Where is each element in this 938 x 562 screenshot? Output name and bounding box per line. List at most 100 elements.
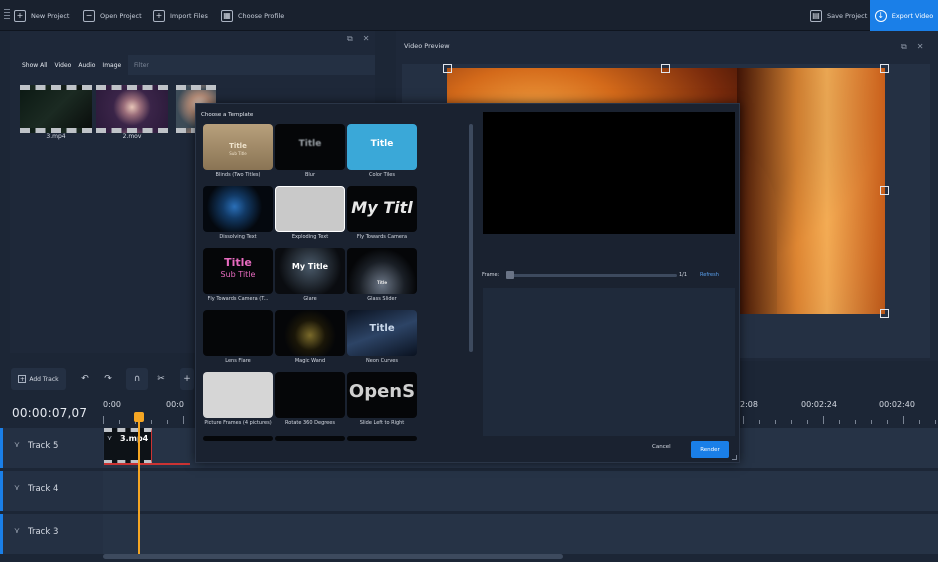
- render-button[interactable]: Render: [691, 441, 729, 458]
- playhead-handle[interactable]: [134, 412, 144, 422]
- close-icon[interactable]: ✕: [917, 42, 924, 52]
- ruler-tick: [791, 420, 792, 424]
- current-timecode: 00:00:07,07: [12, 406, 88, 420]
- float-icon[interactable]: ⧉: [347, 34, 353, 44]
- frame-slider[interactable]: [507, 274, 677, 277]
- resize-handle[interactable]: [880, 309, 889, 318]
- ruler-tick: [903, 416, 904, 424]
- import-files-button[interactable]: + Import Files: [153, 0, 208, 31]
- ruler-tick: [855, 420, 856, 424]
- timeline-scrollbar[interactable]: [103, 554, 563, 559]
- media-file-name: 2.mov: [122, 133, 142, 140]
- filter-show-all[interactable]: Show All: [22, 62, 48, 69]
- template-label: Color Tiles: [368, 172, 395, 178]
- undo-button[interactable]: ↶: [74, 368, 96, 390]
- template-thumb[interactable]: OpenS: [347, 372, 417, 418]
- frame-count: 1/1: [679, 272, 688, 278]
- template-thumb[interactable]: My Title: [275, 248, 345, 294]
- ruler-tick: [887, 420, 888, 424]
- add-track-button[interactable]: + Add Track: [11, 368, 66, 390]
- template-label: Glass Slider: [367, 296, 397, 302]
- ruler-tick: [839, 420, 840, 424]
- float-icon[interactable]: ⧉: [901, 42, 907, 52]
- template-thumb[interactable]: [275, 372, 345, 418]
- new-project-button[interactable]: + New Project: [14, 0, 69, 31]
- top-toolbar: + New Project − Open Project + Import Fi…: [0, 0, 938, 31]
- resize-handle[interactable]: [443, 64, 452, 73]
- template-thumb[interactable]: [203, 372, 273, 418]
- chevron-down-icon[interactable]: ⋎: [14, 483, 20, 492]
- ruler-label: 0:00: [103, 400, 121, 409]
- filter-audio[interactable]: Audio: [78, 62, 95, 69]
- ruler-tick: [823, 416, 824, 424]
- ruler-tick: [871, 420, 872, 424]
- track-name: Track 5: [28, 441, 59, 451]
- track-lane[interactable]: [103, 471, 938, 511]
- template-scrollbar[interactable]: [469, 124, 473, 352]
- template-thumb-subtext: Sub Title: [229, 151, 247, 156]
- choose-profile-button[interactable]: ▦ Choose Profile: [221, 0, 284, 31]
- template-thumb[interactable]: [203, 436, 273, 441]
- template-label: Neon Curves: [366, 358, 398, 364]
- toolbar-grip-icon[interactable]: [4, 9, 10, 21]
- close-icon[interactable]: ✕: [363, 34, 370, 44]
- clip-selection-line: [104, 463, 190, 465]
- folder-minus-icon: −: [83, 9, 95, 22]
- template-thumb[interactable]: [275, 436, 345, 441]
- filter-input[interactable]: Filter: [128, 55, 375, 75]
- template-thumb[interactable]: [275, 186, 345, 232]
- resize-handle[interactable]: [880, 186, 889, 195]
- media-filter-tabs: Show All Video Audio Image: [22, 62, 121, 69]
- resize-handle[interactable]: [880, 64, 889, 73]
- template-thumb-text: Title: [298, 139, 322, 149]
- template-thumb[interactable]: [203, 186, 273, 232]
- timeline-clip[interactable]: 3.mp4 ⋎: [104, 428, 152, 464]
- template-thumb-text: Title: [224, 256, 252, 269]
- media-thumb-2mov[interactable]: [96, 85, 168, 133]
- export-video-button[interactable]: ↓ Export Video: [870, 0, 938, 31]
- template-preview: [483, 112, 735, 234]
- template-thumb[interactable]: Title Sub Title: [203, 248, 273, 294]
- open-project-button[interactable]: − Open Project: [83, 0, 142, 31]
- resize-grip-icon[interactable]: [732, 455, 737, 460]
- track-name: Track 3: [28, 527, 59, 537]
- track-header[interactable]: ⋎ Track 4: [0, 471, 103, 511]
- chevron-down-icon[interactable]: ⋎: [14, 440, 20, 449]
- snap-button[interactable]: ∩: [126, 368, 148, 390]
- filter-image[interactable]: Image: [102, 62, 121, 69]
- template-label: Magic Wand: [294, 358, 326, 364]
- cancel-button[interactable]: Cancel: [652, 444, 671, 450]
- playhead-line[interactable]: [138, 412, 140, 554]
- chevron-down-icon[interactable]: ⋎: [14, 526, 20, 535]
- template-properties: [483, 288, 735, 436]
- frame-row: Frame: 1/1 Refresh: [482, 270, 737, 282]
- ruler-label: 2:08: [740, 400, 758, 409]
- media-thumb-3mp4[interactable]: [20, 85, 92, 133]
- refresh-link[interactable]: Refresh: [700, 272, 719, 278]
- track-header[interactable]: ⋎ Track 5: [0, 428, 103, 468]
- template-thumb[interactable]: Title: [347, 248, 417, 294]
- redo-button[interactable]: ↷: [97, 368, 119, 390]
- save-project-button[interactable]: ▤ Save Project: [810, 0, 867, 31]
- template-thumb[interactable]: [347, 436, 417, 441]
- clip-chevron-icon[interactable]: ⋎: [107, 434, 112, 442]
- template-thumb[interactable]: Title Sub Title: [203, 124, 273, 170]
- add-marker-button[interactable]: +: [180, 368, 194, 390]
- template-thumb[interactable]: [203, 310, 273, 356]
- clip-label: 3.mp4: [120, 434, 149, 443]
- template-thumb[interactable]: My Titl: [347, 186, 417, 232]
- template-thumb[interactable]: [275, 310, 345, 356]
- template-thumb[interactable]: Title: [275, 124, 345, 170]
- media-window-controls: ⧉ ✕: [347, 34, 369, 44]
- track-lane[interactable]: [103, 514, 938, 554]
- track-header[interactable]: ⋎ Track 3: [0, 514, 103, 554]
- resize-handle[interactable]: [661, 64, 670, 73]
- frame-slider-handle[interactable]: [506, 271, 514, 279]
- redo-icon: ↷: [104, 374, 112, 384]
- filter-video[interactable]: Video: [55, 62, 72, 69]
- ruler-tick: [935, 420, 936, 424]
- razor-button[interactable]: ✂: [150, 368, 172, 390]
- template-thumb[interactable]: Title: [347, 310, 417, 356]
- template-thumb[interactable]: Title: [347, 124, 417, 170]
- frame-label: Frame:: [482, 272, 500, 278]
